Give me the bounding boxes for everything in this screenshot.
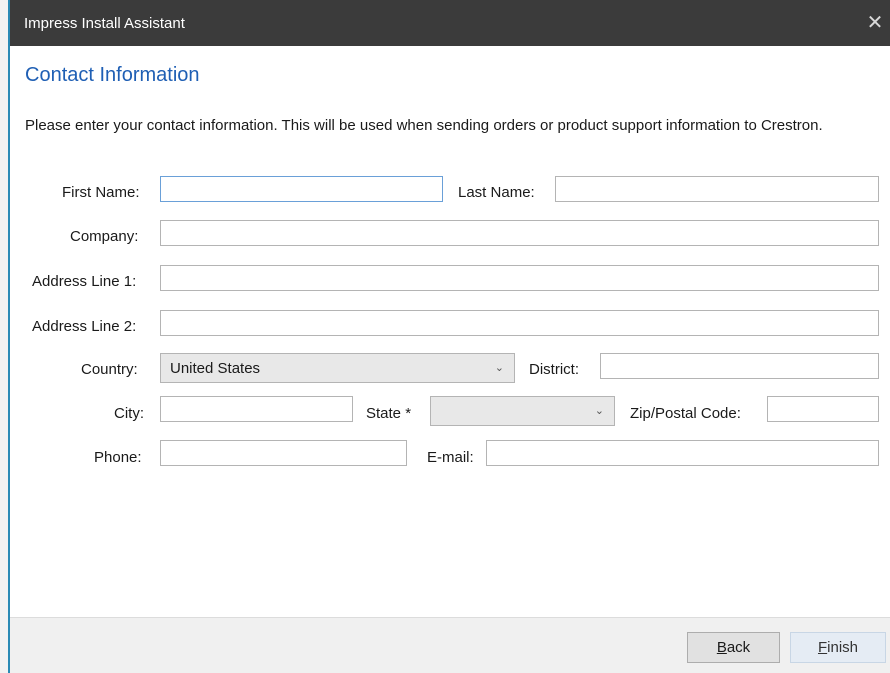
phone-field[interactable] — [160, 440, 407, 466]
district-label: District: — [529, 361, 579, 378]
address-line-1-field[interactable] — [160, 265, 879, 291]
back-button[interactable]: Back — [687, 632, 780, 663]
address-line-2-label: Address Line 2: — [32, 318, 137, 335]
email-label: E-mail: — [427, 449, 474, 466]
last-name-field[interactable] — [555, 176, 879, 202]
state-select[interactable]: ⌄ — [430, 396, 615, 426]
first-name-field[interactable] — [160, 176, 443, 202]
zip-label: Zip/Postal Code: — [630, 405, 741, 422]
phone-label: Phone: — [94, 449, 142, 466]
page-title: Contact Information — [25, 64, 200, 86]
window-title: Impress Install Assistant — [24, 15, 185, 32]
chevron-down-icon: ⌄ — [494, 362, 504, 374]
intro-text: Please enter your contact information. T… — [25, 117, 823, 134]
country-value: United States — [170, 360, 261, 377]
city-label: City: — [114, 405, 144, 422]
finish-button[interactable]: Finish — [790, 632, 886, 663]
chevron-down-icon: ⌄ — [594, 405, 604, 417]
country-label: Country: — [81, 361, 138, 378]
address-line-2-field[interactable] — [160, 310, 879, 336]
state-label: State * — [366, 405, 412, 422]
company-label: Company: — [70, 228, 139, 245]
install-assistant-window: Impress Install Assistant ✕ Contact Info… — [8, 0, 890, 673]
desktop-edge — [0, 0, 8, 673]
back-label-rest: ack — [726, 639, 751, 656]
country-select[interactable]: United States ⌄ — [160, 353, 515, 383]
title-bar: Impress Install Assistant ✕ — [10, 0, 890, 46]
zip-field[interactable] — [767, 396, 879, 422]
back-accelerator: B — [716, 639, 727, 656]
last-name-label: Last Name: — [458, 184, 535, 201]
city-field[interactable] — [160, 396, 353, 422]
email-field[interactable] — [486, 440, 879, 466]
district-field[interactable] — [600, 353, 879, 379]
close-icon[interactable]: ✕ — [860, 10, 890, 36]
finish-accelerator: F — [817, 639, 828, 656]
button-bar: Back Finish — [10, 617, 890, 673]
first-name-label: First Name: — [62, 184, 140, 201]
address-line-1-label: Address Line 1: — [32, 273, 137, 290]
company-field[interactable] — [160, 220, 879, 246]
finish-label-rest: inish — [827, 639, 859, 656]
